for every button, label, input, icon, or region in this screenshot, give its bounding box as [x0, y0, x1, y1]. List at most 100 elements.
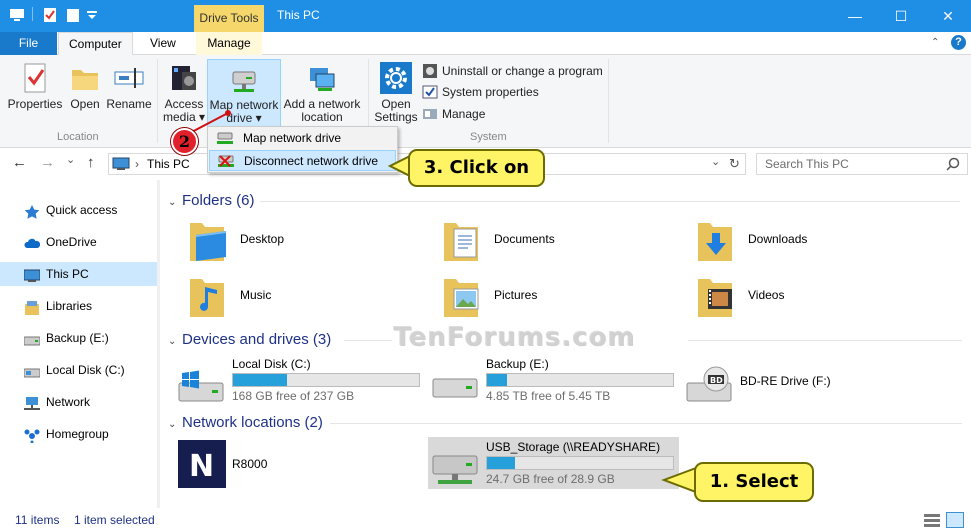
- tab-computer[interactable]: Computer: [58, 32, 133, 56]
- nav-local-disk-c[interactable]: Local Disk (C:): [0, 358, 157, 382]
- bd-drive-icon: BD: [686, 365, 732, 405]
- add-location-icon: [306, 62, 338, 94]
- group-divider: [344, 340, 392, 341]
- nav-pane-divider[interactable]: [157, 180, 160, 508]
- desktop-folder-icon: [188, 219, 226, 263]
- item-count: 11 items: [15, 513, 60, 527]
- homegroup-icon: [24, 427, 40, 444]
- add-network-location-button[interactable]: Add a network location: [283, 62, 361, 124]
- search-input[interactable]: Search This PC: [756, 153, 968, 175]
- open-settings-button[interactable]: Open Settings: [373, 62, 419, 124]
- help-icon[interactable]: ?: [951, 35, 966, 50]
- downloads-folder-icon: [696, 219, 734, 263]
- drive-item[interactable]: Local Disk (C:) 168 GB free of 237 GB: [178, 357, 428, 407]
- properties-icon: [19, 62, 51, 94]
- cloud-icon: [24, 235, 41, 249]
- nav-libraries[interactable]: Libraries: [0, 294, 157, 318]
- music-folder-icon: [188, 275, 226, 319]
- media-icon: [168, 62, 200, 94]
- breadcrumb-separator: ›: [135, 157, 139, 171]
- drive-usage-bar: [486, 456, 674, 470]
- group-header-network[interactable]: ⌄ Network locations (2): [168, 413, 962, 433]
- group-header-folders[interactable]: ⌄ Folders (6): [168, 191, 962, 211]
- svg-text:BD: BD: [710, 376, 723, 385]
- separator: [32, 7, 33, 21]
- network-drive-icon: [228, 63, 260, 95]
- ribbon: Properties Open Rename Location Access m…: [0, 55, 971, 148]
- customize-arrow-icon[interactable]: [84, 7, 100, 23]
- folder-item[interactable]: Pictures: [430, 275, 670, 327]
- step-3-callout: 3. Click on: [408, 149, 545, 187]
- nav-network[interactable]: Network: [0, 390, 157, 414]
- folder-item[interactable]: Desktop: [176, 219, 416, 271]
- search-icon: [946, 157, 960, 177]
- location-group-label: Location: [57, 131, 99, 143]
- chevron-down-icon: ⌄: [168, 419, 177, 430]
- drive-usage-bar: [232, 373, 420, 387]
- nav-this-pc[interactable]: This PC: [0, 262, 157, 286]
- address-dropdown-icon[interactable]: ⌄: [711, 155, 720, 168]
- uninstall-icon: [422, 63, 438, 79]
- folder-item[interactable]: Music: [176, 275, 416, 327]
- details-view-icon[interactable]: [924, 513, 940, 530]
- nav-backup-e[interactable]: Backup (E:): [0, 326, 157, 350]
- group-separator: [157, 59, 158, 143]
- new-folder-icon[interactable]: [65, 7, 81, 23]
- disconnect-drive-icon: [218, 154, 234, 168]
- computer-icon[interactable]: [9, 7, 25, 23]
- selection-count: 1 item selected: [74, 513, 155, 527]
- maximize-button[interactable]: ☐: [878, 0, 924, 32]
- network-drive-icon: [432, 448, 478, 488]
- folder-item[interactable]: Downloads: [684, 219, 924, 271]
- drive-usage-fill: [487, 457, 515, 469]
- large-icons-view-icon[interactable]: [946, 512, 964, 528]
- drive-item[interactable]: BD BD-RE Drive (F:): [686, 357, 936, 407]
- window-title: This PC: [277, 8, 320, 22]
- navigation-pane: Quick access OneDrive This PC Libraries …: [0, 180, 160, 508]
- status-bar: 11 items 1 item selected: [0, 508, 971, 532]
- folder-item[interactable]: Documents: [430, 219, 670, 271]
- tab-view[interactable]: View: [140, 32, 186, 55]
- nav-homegroup[interactable]: Homegroup: [0, 422, 157, 446]
- back-button[interactable]: ←: [12, 154, 27, 171]
- computer-icon: [23, 267, 41, 282]
- library-icon: [24, 299, 40, 315]
- uninstall-program-button[interactable]: Uninstall or change a program: [422, 61, 603, 81]
- step-1-callout: 1. Select: [694, 462, 814, 502]
- videos-folder-icon: [696, 275, 734, 319]
- drive-tools-context-tab: Drive Tools: [194, 5, 264, 32]
- menu-item-disconnect-network-drive[interactable]: Disconnect network drive: [209, 150, 396, 171]
- breadcrumb-this-pc[interactable]: This PC: [147, 157, 190, 171]
- watermark: TenForums.com: [393, 322, 636, 352]
- system-properties-button[interactable]: System properties: [422, 82, 539, 102]
- network-location-item[interactable]: USB_Storage (\\READYSHARE) (Z:) 24.7 GB …: [432, 440, 682, 490]
- drive-usage-fill: [233, 374, 287, 386]
- drive-usage-bar: [486, 373, 674, 387]
- minimize-button[interactable]: —: [832, 0, 878, 32]
- refresh-icon[interactable]: ↻: [729, 156, 740, 172]
- properties-button[interactable]: Properties: [6, 62, 64, 111]
- properties-check-icon[interactable]: [42, 7, 58, 23]
- network-location-item[interactable]: N R8000: [178, 440, 428, 490]
- drive-item[interactable]: Backup (E:) 4.85 TB free of 5.45 TB: [432, 357, 682, 407]
- ribbon-tabs: File Computer View Manage ⌃ ?: [0, 32, 971, 56]
- rename-button[interactable]: Rename: [106, 62, 152, 111]
- documents-folder-icon: [442, 219, 480, 263]
- up-button[interactable]: ↑: [87, 154, 95, 171]
- windows-drive-icon: [178, 365, 224, 405]
- folder-item[interactable]: Videos: [684, 275, 924, 327]
- manage-button[interactable]: Manage: [422, 104, 485, 124]
- tab-manage[interactable]: Manage: [196, 32, 262, 55]
- forward-button[interactable]: →: [40, 154, 55, 171]
- title-bar: Drive Tools This PC — ☐ ✕: [0, 0, 971, 32]
- recent-locations-button[interactable]: ⌄: [66, 153, 75, 166]
- pictures-folder-icon: [442, 275, 480, 319]
- nav-quick-access[interactable]: Quick access: [0, 198, 157, 222]
- drive-icon: [23, 331, 41, 346]
- close-button[interactable]: ✕: [925, 0, 971, 32]
- open-button[interactable]: Open: [66, 62, 104, 111]
- nav-onedrive[interactable]: OneDrive: [0, 230, 157, 254]
- minimize-ribbon-icon[interactable]: ⌃: [931, 37, 939, 48]
- tab-file[interactable]: File: [0, 32, 57, 55]
- drive-usage-fill: [487, 374, 508, 386]
